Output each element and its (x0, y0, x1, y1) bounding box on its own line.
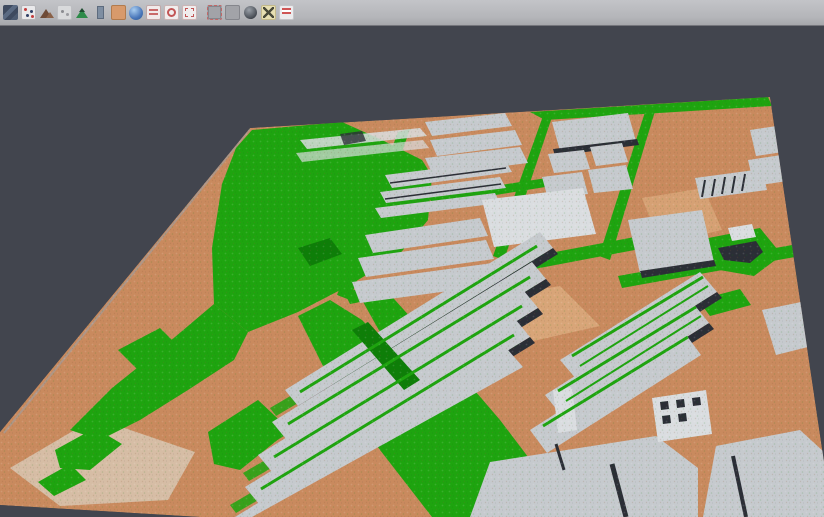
toolbar (0, 0, 824, 26)
globe-icon[interactable] (129, 6, 143, 20)
flag-icon[interactable] (279, 5, 294, 20)
profile-icon[interactable] (93, 5, 108, 20)
measure-icon[interactable] (261, 5, 276, 20)
layers-icon[interactable] (3, 5, 18, 20)
orthophoto-icon[interactable] (111, 5, 126, 20)
dem-icon[interactable] (75, 5, 90, 20)
sparse-points-icon[interactable] (57, 5, 72, 20)
attribute-list-icon[interactable] (146, 5, 161, 20)
sphere-view-icon[interactable] (243, 5, 258, 20)
points-icon[interactable] (21, 5, 36, 20)
fence-select-icon[interactable] (182, 5, 197, 20)
box-select-icon[interactable] (207, 5, 222, 20)
circle-select-icon[interactable] (164, 5, 179, 20)
viewport-3d[interactable] (0, 0, 824, 517)
terrain-icon[interactable] (39, 5, 54, 20)
classification-view-icon[interactable] (225, 5, 240, 20)
